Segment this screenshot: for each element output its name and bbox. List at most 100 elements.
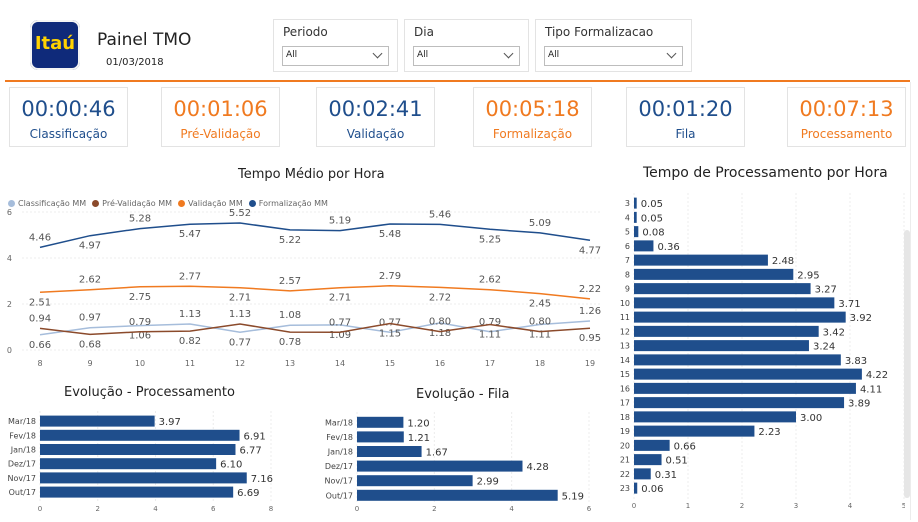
kpi-label: Fila xyxy=(675,127,696,141)
data-label: 3.97 xyxy=(159,417,181,428)
data-label: 4.22 xyxy=(866,370,888,381)
tipo-formalizacao-dropdown[interactable]: All xyxy=(544,46,683,66)
data-label: 3.00 xyxy=(800,413,822,424)
bar xyxy=(634,411,796,423)
category-label: 13 xyxy=(620,342,630,351)
kpi-card-formalizacao[interactable]: 00:05:18 Formalização xyxy=(473,87,592,147)
chart-title-evolucao-processamento: Evolução - Processamento xyxy=(64,385,235,400)
category-label: Fev/18 xyxy=(9,431,36,440)
data-label: 0.79 xyxy=(129,317,151,328)
bar xyxy=(634,268,794,280)
x-tick-label: 19 xyxy=(585,359,595,368)
kpi-card-validacao[interactable]: 00:02:41 Validação xyxy=(316,87,435,147)
data-label: 0.05 xyxy=(641,199,663,210)
bar xyxy=(40,444,236,455)
data-label: 5.19 xyxy=(329,216,351,227)
x-tick-label: 2 xyxy=(96,505,100,513)
data-label: 1.67 xyxy=(426,448,448,459)
category-label: Dez/17 xyxy=(8,460,36,469)
category-label: 6 xyxy=(625,242,630,251)
data-label: 1.26 xyxy=(579,306,601,317)
data-label: 3.42 xyxy=(823,327,845,338)
data-label: 1.13 xyxy=(229,309,251,320)
data-label: 6.91 xyxy=(244,431,266,442)
category-label: Dez/17 xyxy=(325,462,353,471)
data-label: 2.22 xyxy=(579,284,601,295)
data-label: 2.62 xyxy=(79,275,101,286)
category-label: 19 xyxy=(620,427,630,436)
kpi-value: 00:01:06 xyxy=(173,97,268,121)
category-label: Mar/18 xyxy=(325,418,353,427)
bar xyxy=(634,211,637,223)
data-label: 2.62 xyxy=(479,275,501,286)
bar-chart-evolucao-processamento[interactable]: 0 2 4 6 8 Mar/18 3.97 Fev/18 6.91 Jan/18 6.77 Dez/1… xyxy=(0,405,290,517)
y-tick-label: 2 xyxy=(7,300,12,309)
data-label: 4.28 xyxy=(526,462,548,473)
x-tick-label: 13 xyxy=(285,359,295,368)
bar xyxy=(634,254,768,266)
data-label: 0.06 xyxy=(641,484,663,495)
chevron-down-icon xyxy=(503,48,514,59)
itau-logo: Itaú xyxy=(30,20,80,70)
bar xyxy=(634,226,639,238)
x-tick-label: 2 xyxy=(740,502,744,510)
category-label: 9 xyxy=(625,285,630,294)
category-label: 18 xyxy=(620,413,630,422)
x-tick-label: 2 xyxy=(432,505,436,513)
bar-chart-tempo-processamento[interactable]: 0 1 2 3 4 53 0.054 0.055 0.086 0.367 2.488 2.959 3.2… xyxy=(610,190,905,515)
kpi-card-pre-validacao[interactable]: 00:01:06 Pré-Validação xyxy=(161,87,280,147)
dia-dropdown[interactable]: All xyxy=(413,46,520,66)
bar xyxy=(357,489,558,501)
data-label: 2.77 xyxy=(179,271,201,282)
kpi-card-processamento[interactable]: 00:07:13 Processamento xyxy=(787,87,906,147)
category-label: Fev/18 xyxy=(326,433,353,442)
filter-tipo-formalizacao: Tipo Formalizacao All xyxy=(535,19,692,72)
x-tick-label: 4 xyxy=(848,502,853,510)
bar-chart-evolucao-fila[interactable]: 0 2 4 6 Mar/18 1.20 Fev/18 1.21 Jan/18 1.67 Dez/17… xyxy=(315,405,605,517)
x-tick-label: 3 xyxy=(794,502,798,510)
data-label: 0.36 xyxy=(657,242,679,253)
line-chart-tempo-medio[interactable]: 02468 9 10 11 12 13 14 15 16 17 18 190.660.971.061.… xyxy=(0,200,610,375)
data-label: 1.18 xyxy=(429,328,451,339)
data-label: 5.28 xyxy=(129,214,151,225)
dia-dropdown-value: All xyxy=(417,50,429,60)
x-tick-label: 1 xyxy=(686,502,690,510)
category-label: 16 xyxy=(620,384,630,393)
data-label: 2.23 xyxy=(758,427,780,438)
data-label: 0.94 xyxy=(29,313,51,324)
data-label: 6.10 xyxy=(220,460,242,471)
kpi-value: 00:00:46 xyxy=(21,97,116,121)
bar xyxy=(634,340,809,352)
kpi-card-fila[interactable]: 00:01:20 Fila xyxy=(626,87,745,147)
kpi-card-classificacao[interactable]: 00:00:46 Classificação xyxy=(9,87,128,147)
chevron-down-icon xyxy=(666,48,677,59)
data-label: 1.13 xyxy=(179,309,201,320)
category-label: Out/17 xyxy=(9,488,36,497)
category-label: 12 xyxy=(620,327,630,336)
data-label: 0.95 xyxy=(579,333,601,344)
bar xyxy=(634,325,819,337)
chart-title-tempo-medio: Tempo Médio por Hora xyxy=(238,167,385,182)
data-label: 0.51 xyxy=(666,456,688,467)
series-line xyxy=(39,285,591,300)
bar xyxy=(357,416,404,428)
scrollbar[interactable] xyxy=(904,230,910,498)
kpi-value: 00:02:41 xyxy=(328,97,423,121)
data-label: 4.46 xyxy=(29,232,51,243)
data-label: 2.71 xyxy=(229,293,251,304)
data-label: 4.77 xyxy=(579,245,601,256)
category-label: 21 xyxy=(620,456,630,465)
periodo-dropdown[interactable]: All xyxy=(282,46,389,66)
x-tick-label: 8 xyxy=(37,359,42,368)
data-label: 1.08 xyxy=(279,310,301,321)
kpi-label: Validação xyxy=(346,127,405,141)
data-label: 7.16 xyxy=(251,474,273,485)
category-label: 3 xyxy=(625,199,630,208)
report-date: 01/03/2018 xyxy=(106,57,164,68)
x-tick-label: 5 xyxy=(902,502,905,510)
category-label: 17 xyxy=(620,399,630,408)
bar xyxy=(357,475,473,487)
logo-text: Itaú xyxy=(34,33,76,54)
bar xyxy=(634,454,662,466)
kpi-value: 00:07:13 xyxy=(799,97,894,121)
